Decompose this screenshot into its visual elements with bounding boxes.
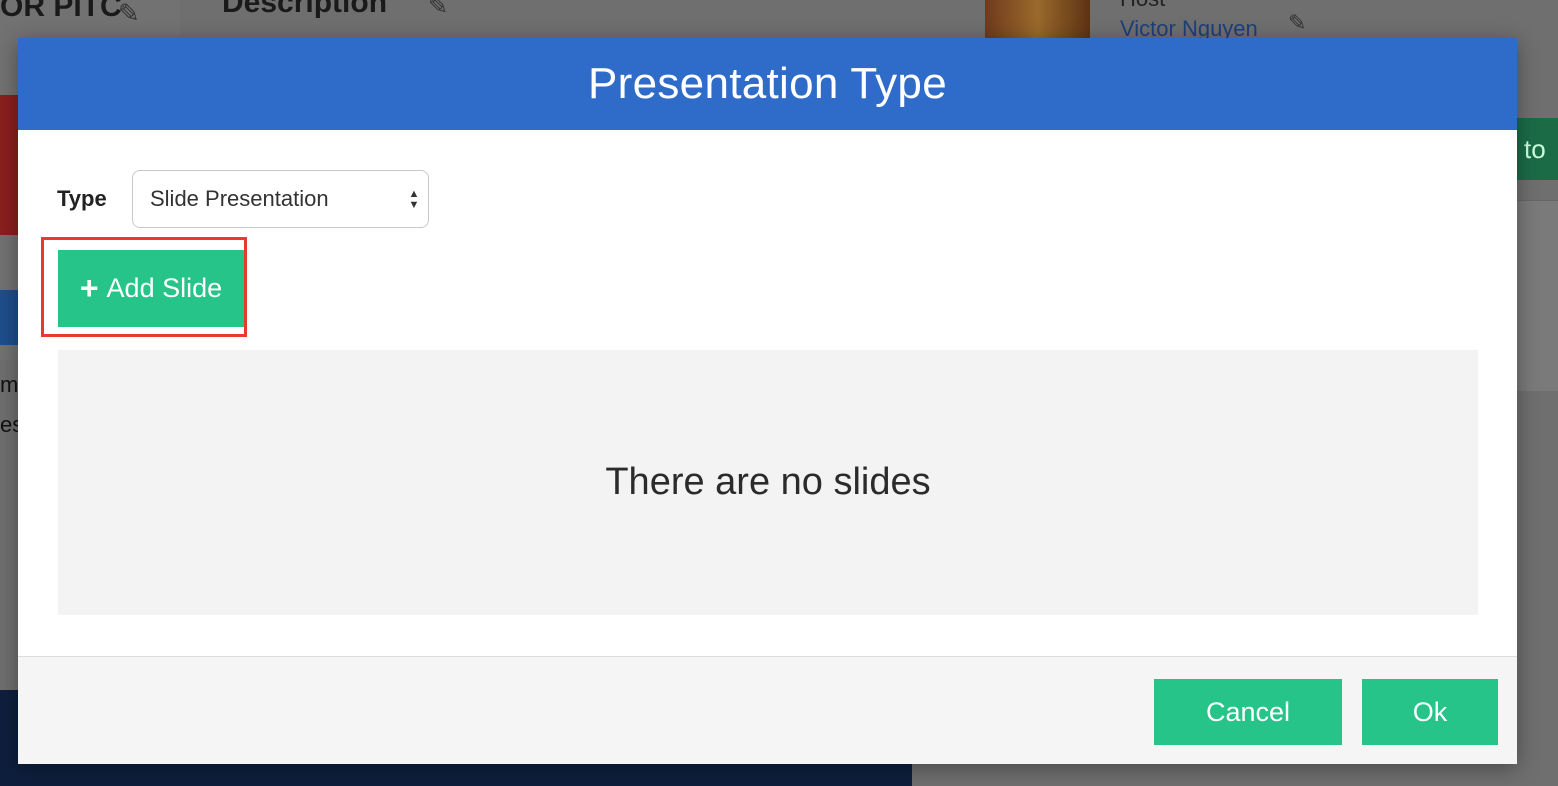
- background-blue-block: [0, 290, 20, 345]
- sort-arrows-icon: ▲ ▼: [408, 188, 420, 211]
- background-host-label: Host: [1120, 0, 1165, 12]
- slides-list: There are no slides: [58, 350, 1478, 615]
- plus-icon: +: [79, 269, 99, 306]
- background-text: m: [0, 372, 19, 397]
- background-right-panel: [1515, 200, 1558, 391]
- background-description-heading: Description: [222, 0, 388, 19]
- cancel-button[interactable]: Cancel: [1154, 679, 1342, 745]
- pencil-icon: ✎: [428, 0, 449, 20]
- pencil-icon: ✎: [1288, 10, 1307, 35]
- ok-button[interactable]: Ok: [1362, 679, 1498, 745]
- background-red-block: [0, 95, 20, 235]
- presentation-type-modal: Presentation Type Type Slide Presentatio…: [18, 38, 1517, 764]
- modal-footer: Cancel Ok: [18, 656, 1517, 764]
- background-pitch-title: OR PITC: [0, 0, 122, 23]
- modal-body: Type Slide Presentation ▲ ▼ + Add Slide T…: [18, 130, 1517, 656]
- modal-title: Presentation Type: [588, 59, 947, 108]
- host-avatar: [985, 0, 1090, 40]
- type-label: Type: [57, 186, 107, 211]
- type-select[interactable]: Slide Presentation ▲ ▼: [132, 170, 429, 228]
- add-slide-label: Add Slide: [106, 273, 223, 303]
- type-select-value: Slide Presentation: [150, 186, 329, 211]
- add-slide-button[interactable]: + Add Slide: [58, 250, 244, 327]
- empty-state-message: There are no slides: [605, 461, 931, 503]
- pencil-icon: ✎: [118, 0, 140, 28]
- background-button-text: to: [1524, 134, 1546, 164]
- modal-header: Presentation Type: [18, 38, 1517, 130]
